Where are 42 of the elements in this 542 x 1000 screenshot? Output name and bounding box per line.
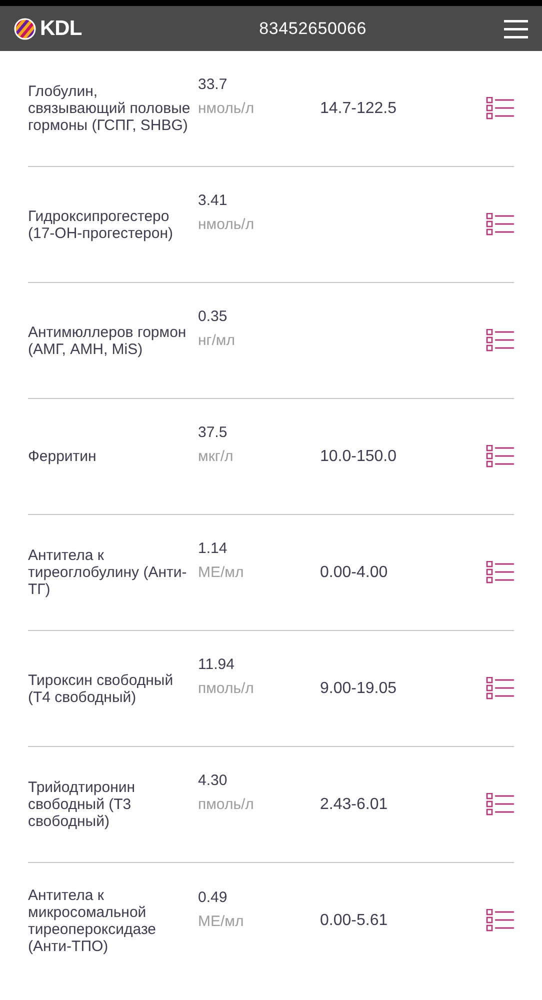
result-unit: нмоль/л <box>198 100 256 117</box>
reference-range: 14.7-122.5 <box>320 100 397 116</box>
result-unit: мкг/л <box>198 448 234 465</box>
logo-icon <box>14 18 36 40</box>
result-value: 0.49 <box>198 888 228 906</box>
result-value: 3.41 <box>198 192 228 209</box>
reference-range: 9.00-19.05 <box>320 680 397 696</box>
list-icon[interactable] <box>486 676 514 700</box>
result-value: 33.7 <box>198 76 228 93</box>
result-unit: пмоль/л <box>198 680 255 697</box>
reference-range: 0.00-5.61 <box>320 912 388 929</box>
test-name: Трийодтиронин свободный (Т3 свободный) <box>28 779 136 830</box>
reference-range: 2.43-6.01 <box>320 796 388 812</box>
test-name: Глобулин, связывающий половые гормоны (ГСПГ, SHBG) <box>28 83 192 134</box>
test-name: Тироксин свободный (Т4 свободный) <box>28 672 174 706</box>
result-value: 1.14 <box>198 540 228 557</box>
test-name: Антимюллеров гормон (АМГ, AMH, MiS) <box>28 324 188 358</box>
reference-range: 10.0-150.0 <box>320 448 397 464</box>
result-unit: нг/мл <box>198 332 236 349</box>
result-value: 0.35 <box>198 308 228 325</box>
test-name: Антитела к тиреоглобулину (Анти-ТГ) <box>28 547 188 598</box>
menu-icon[interactable] <box>504 18 528 38</box>
result-value: 37.5 <box>198 424 228 441</box>
result-unit: МЕ/мл <box>198 912 245 930</box>
list-icon[interactable] <box>486 560 514 584</box>
logo-text: KDL <box>40 16 82 40</box>
result-unit: пмоль/л <box>198 796 255 813</box>
reference-range: 0.00-4.00 <box>320 564 388 580</box>
result-unit: нмоль/л <box>198 216 256 233</box>
result-value: 4.30 <box>198 772 228 789</box>
test-name: Ферритин <box>28 448 98 465</box>
list-icon[interactable] <box>486 212 514 236</box>
list-icon[interactable] <box>486 909 514 933</box>
phone-number[interactable]: 83452650066 <box>259 18 366 38</box>
list-icon[interactable] <box>486 328 514 352</box>
list-icon[interactable] <box>486 444 514 468</box>
list-icon[interactable] <box>486 96 514 120</box>
list-icon[interactable] <box>486 792 514 816</box>
test-name: Антитела к микросомальной тиреопероксидазе (Анти-ТПО) <box>28 887 158 955</box>
result-unit: МЕ/мл <box>198 564 245 581</box>
result-value: 11.94 <box>198 656 236 673</box>
test-name: Гидроксипрогестеро (17-ОН-прогестерон) <box>28 208 174 242</box>
